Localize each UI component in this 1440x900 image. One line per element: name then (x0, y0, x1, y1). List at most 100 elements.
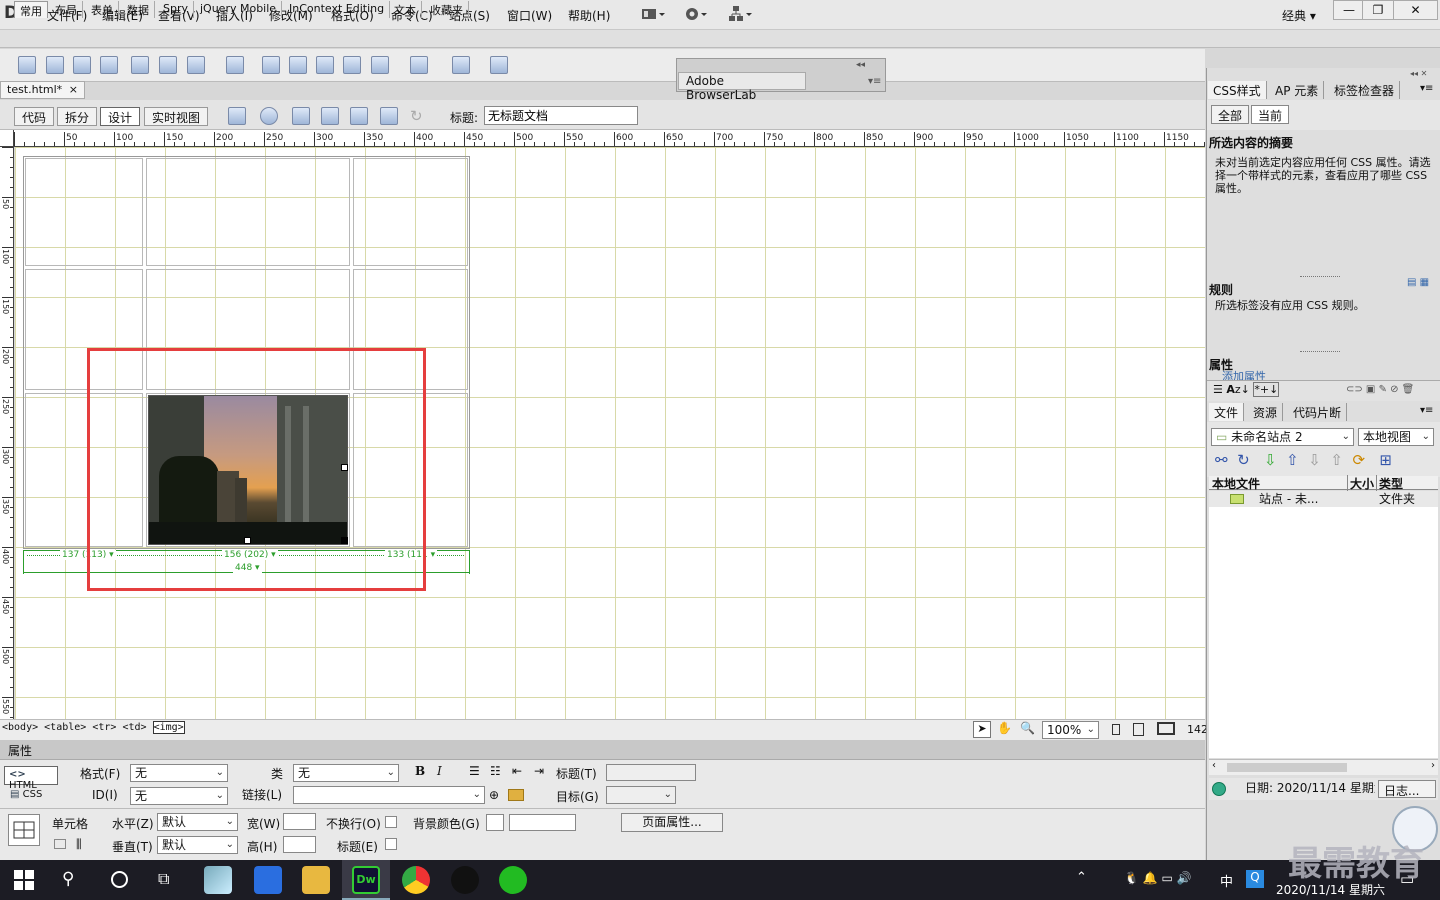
id-select[interactable]: 无 ⌄ (130, 787, 228, 805)
search-icon[interactable]: ⚲ (62, 869, 74, 889)
layout-icon[interactable] (640, 6, 666, 22)
tab-tag-inspector[interactable]: 标签检查器 (1329, 81, 1401, 99)
restore-button[interactable]: ❐ (1362, 0, 1394, 20)
check-compat-icon[interactable] (350, 107, 368, 125)
file-management-icon[interactable] (292, 107, 310, 125)
windows-start-icon[interactable] (14, 870, 34, 890)
get-files-icon[interactable]: ⇩ (1264, 451, 1277, 469)
tag-td[interactable]: <td> (122, 722, 146, 733)
col-size[interactable]: 大小 (1347, 475, 1374, 492)
tab-snippets[interactable]: 代码片断 (1288, 403, 1348, 421)
put-files-icon[interactable]: ⇧ (1286, 451, 1299, 469)
media-icon[interactable] (226, 56, 244, 74)
tab-data[interactable]: 数据 (122, 1, 155, 18)
checkin-icon[interactable]: ⇧ (1330, 451, 1343, 469)
panel-menu-icon[interactable]: ▾≡ (1420, 405, 1433, 416)
w3c-validation-icon[interactable] (321, 107, 339, 125)
expand-icon[interactable]: ⊞ (1379, 451, 1392, 469)
title-attr-input[interactable] (606, 764, 696, 781)
col-local-files[interactable]: 本地文件 (1212, 475, 1260, 492)
html-mode-button[interactable]: <> HTML (4, 766, 58, 791)
tab-css-styles[interactable]: CSS样式 (1208, 81, 1267, 99)
cascade-icon[interactable]: ▤ ▦ (1407, 277, 1429, 288)
wechat-app-icon[interactable] (499, 866, 527, 894)
refresh-icon[interactable]: ↻ (1237, 451, 1250, 469)
explorer-app-icon[interactable] (302, 866, 330, 894)
preview-browser-icon[interactable] (260, 107, 278, 125)
tab-incontext[interactable]: InContext Editing (284, 1, 391, 18)
nowrap-checkbox[interactable] (385, 816, 397, 828)
panel-menu-icon[interactable]: ▾≡ (868, 76, 881, 87)
date-icon[interactable] (289, 56, 307, 74)
hyperlink-icon[interactable] (18, 56, 36, 74)
split-cells-icon[interactable]: ⫼ (76, 837, 82, 852)
table-icon[interactable] (131, 56, 149, 74)
tag-table[interactable]: <table> (44, 722, 86, 733)
horizontal-rule-icon[interactable] (100, 56, 118, 74)
pointer-tool-icon[interactable]: ➤ (973, 721, 991, 738)
link-input[interactable]: ⌄ (293, 786, 485, 804)
unordered-list-icon[interactable]: ☰ (469, 764, 480, 778)
css-action-icons[interactable]: ⊂⊃ ▣ ✎ ⊘ 🗑 (1346, 384, 1414, 395)
bgcolor-input[interactable] (509, 814, 576, 831)
tab-assets[interactable]: 资源 (1248, 403, 1284, 421)
panel-collapse-icon[interactable]: ◂◂ ✕ (1410, 69, 1427, 78)
browserlab-tab[interactable]: Adobe BrowserLab (678, 72, 806, 102)
bold-button[interactable]: B (415, 764, 425, 778)
scroll-left-icon[interactable]: ‹ (1212, 760, 1216, 771)
task-view-icon[interactable]: ⧉ (158, 869, 169, 889)
image-icon[interactable] (187, 56, 205, 74)
tag-img[interactable]: <img> (152, 721, 185, 734)
tab-forms[interactable]: 表单 (86, 1, 119, 18)
collapse-icon[interactable]: ◂◂ (856, 60, 865, 70)
horiz-select[interactable]: 默认 ⌄ (157, 813, 238, 831)
cortana-icon[interactable] (111, 871, 128, 888)
code-view-button[interactable]: 代码 (14, 107, 55, 126)
tray-icons[interactable]: 🐧 🔔 ▭ 🔊 (1124, 871, 1192, 885)
tab-text[interactable]: 文本 (389, 1, 422, 18)
table-cell[interactable] (25, 158, 143, 266)
height-input[interactable] (283, 836, 316, 853)
sync-icon[interactable]: ⟳ (1353, 451, 1366, 469)
tab-favorites[interactable]: 收藏夹 (425, 1, 469, 18)
split-view-button[interactable]: 拆分 (57, 107, 98, 126)
gear-icon[interactable] (684, 5, 710, 23)
width-input[interactable] (283, 813, 316, 830)
view-select[interactable]: 本地视图 ⌄ (1358, 428, 1434, 446)
desktop-size-icon[interactable] (1157, 722, 1175, 735)
table-cell[interactable] (146, 158, 350, 266)
point-to-file-icon[interactable]: ⊕ (489, 788, 499, 802)
script-icon[interactable] (410, 56, 428, 74)
qq-tray-icon[interactable]: Q (1246, 870, 1264, 888)
refresh-icon[interactable]: ↻ (410, 107, 428, 125)
indent-icon[interactable]: ⇥ (534, 764, 544, 778)
tag-body[interactable]: <body> (2, 722, 38, 733)
templates-icon[interactable] (452, 56, 470, 74)
browse-folder-icon[interactable] (508, 789, 524, 801)
live-view-button[interactable]: 实时视图 (144, 107, 209, 126)
widget-icon[interactable] (262, 56, 280, 74)
checkout-icon[interactable]: ⇩ (1308, 451, 1321, 469)
bgcolor-swatch[interactable] (486, 814, 504, 831)
log-button[interactable]: 日志... (1378, 780, 1436, 798)
div-icon[interactable] (159, 56, 177, 74)
head-icon[interactable] (371, 56, 389, 74)
ime-indicator[interactable]: 中 (1220, 871, 1233, 890)
workspace-switcher[interactable]: 经典 ▾ (1282, 7, 1316, 24)
multiscreen-icon[interactable] (228, 107, 246, 125)
tray-expand-icon[interactable]: ⌃ (1076, 870, 1087, 885)
named-anchor-icon[interactable] (73, 56, 91, 74)
close-button[interactable]: ✕ (1393, 0, 1438, 20)
wps-app-icon[interactable] (254, 866, 282, 894)
dreamweaver-app-icon[interactable]: Dw (352, 866, 380, 894)
notepad-app-icon[interactable] (204, 866, 232, 894)
all-mode-button[interactable]: 全部 (1211, 105, 1250, 124)
target-select[interactable]: ⌄ (606, 786, 676, 804)
close-tab-icon[interactable]: × (69, 83, 78, 96)
css-view-icons[interactable]: ☰ Az↓ *+↓ (1213, 382, 1280, 397)
scroll-right-icon[interactable]: › (1431, 760, 1435, 771)
vert-select[interactable]: 默认 ⌄ (157, 836, 238, 854)
tablet-size-icon[interactable] (1133, 723, 1144, 736)
qq-app-icon[interactable] (451, 866, 479, 894)
format-select[interactable]: 无 ⌄ (130, 764, 228, 782)
